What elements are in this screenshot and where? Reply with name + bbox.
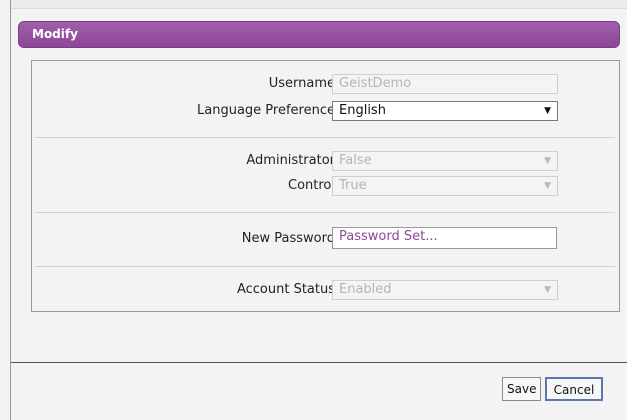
section-divider [35, 137, 615, 138]
chevron-down-icon: ▼ [544, 106, 551, 116]
new-password-value: Password Set... [339, 229, 438, 244]
top-strip [11, 0, 627, 9]
footer-divider [11, 362, 627, 363]
control-label: Control [288, 178, 335, 193]
account-status-select: Enabled ▼ [332, 280, 558, 300]
administrator-select: False ▼ [332, 151, 558, 171]
save-button[interactable]: Save [502, 377, 541, 401]
account-status-label: Account Status [236, 282, 335, 297]
dialog-title: Modify [32, 27, 78, 41]
section-divider [35, 266, 615, 267]
language-preference-value: English [339, 103, 386, 118]
modify-dialog: Modify Username GeistDemo Language Prefe… [10, 0, 627, 420]
username-field: GeistDemo [332, 74, 558, 94]
language-preference-label: Language Preference [197, 103, 335, 118]
control-value: True [339, 178, 367, 193]
administrator-value: False [339, 153, 372, 168]
control-select: True ▼ [332, 176, 558, 196]
username-label: Username [268, 76, 335, 91]
chevron-down-icon: ▼ [544, 285, 551, 295]
new-password-label: New Password [241, 231, 335, 246]
username-value: GeistDemo [339, 76, 412, 91]
dialog-header: Modify [18, 21, 620, 48]
administrator-label: Administrator [246, 153, 335, 168]
chevron-down-icon: ▼ [544, 156, 551, 166]
form-panel: Username GeistDemo Language Preference E… [31, 60, 620, 312]
account-status-value: Enabled [339, 282, 392, 297]
new-password-field[interactable]: Password Set... [332, 227, 557, 249]
section-divider [35, 212, 615, 213]
language-preference-select[interactable]: English ▼ [332, 101, 558, 121]
chevron-down-icon: ▼ [544, 181, 551, 191]
cancel-button[interactable]: Cancel [545, 377, 603, 401]
